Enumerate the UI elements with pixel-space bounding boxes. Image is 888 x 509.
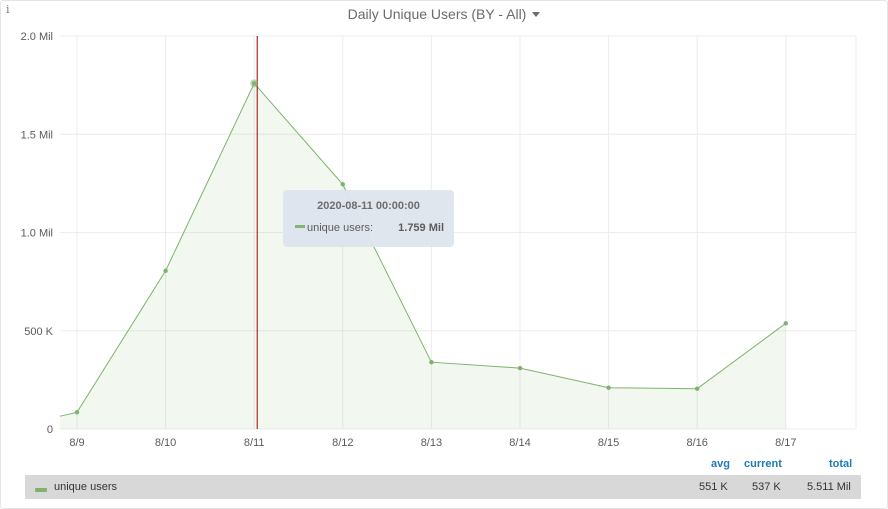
legend-header-total[interactable]: total — [829, 458, 852, 470]
x-tick-label: 8/13 — [421, 437, 442, 449]
x-tick-label: 8/12 — [332, 437, 353, 449]
legend-row-unique-users[interactable]: unique users 551 K 537 K 5.511 Mil — [25, 475, 861, 499]
data-point[interactable] — [695, 386, 700, 391]
data-point[interactable] — [517, 365, 523, 371]
x-tick-label: 8/16 — [686, 437, 707, 449]
data-point[interactable] — [429, 359, 434, 365]
tooltip-value: 1.759 Mil — [398, 222, 444, 234]
legend-value-total: 5.511 Mil — [807, 481, 851, 493]
y-tick-label: 1.0 Mil — [21, 228, 53, 240]
tooltip-series-label: unique users: — [307, 222, 374, 234]
y-axis: 0 500 K 1.0 Mil 1.5 Mil 2.0 Mil — [21, 31, 54, 436]
tooltip: 2020-08-11 00:00:00 unique users: 1.759 … — [283, 190, 454, 247]
legend-value-avg: 551 K — [699, 481, 728, 493]
legend-series-swatch[interactable] — [35, 488, 47, 492]
x-tick-label: 8/11 — [244, 437, 265, 449]
series-unique-users — [59, 81, 788, 430]
hover-point-marker — [250, 79, 259, 88]
x-tick-label: 8/14 — [509, 437, 530, 449]
chart-area[interactable]: 0500 K1.0 Mil1.5 Mil2.0 Mil 8/9 8/10 8/11 8… — [0, 0, 888, 509]
legend-header-avg[interactable]: avg — [711, 458, 730, 470]
x-tick-label: 8/17 — [775, 437, 796, 449]
data-point[interactable] — [163, 268, 168, 274]
tooltip-series-swatch — [295, 225, 305, 228]
data-point[interactable] — [606, 385, 611, 390]
y-tick-label: 500 K — [24, 326, 53, 338]
data-point[interactable] — [340, 182, 345, 187]
tooltip-row: unique users: 1.759 Mil — [295, 222, 444, 234]
y-tick-label: 2.0 Mil — [21, 31, 53, 43]
x-axis: 8/9 8/10 8/11 8/12 8/13 8/14 8/15 8/16 8/17 — [69, 437, 796, 449]
data-point[interactable] — [74, 410, 80, 415]
y-tick-label: 1.5 Mil — [21, 129, 53, 141]
x-tick-label: 8/15 — [598, 437, 619, 449]
series-area-fill — [60, 83, 786, 430]
tooltip-time: 2020-08-11 00:00:00 — [317, 200, 420, 212]
y-tick-label: 0 — [47, 424, 53, 436]
legend-value-current: 537 K — [752, 481, 781, 493]
data-point[interactable] — [783, 321, 788, 326]
legend-series-name[interactable]: unique users — [54, 481, 117, 493]
legend-header-current[interactable]: current — [744, 458, 782, 470]
x-tick-label: 8/9 — [69, 437, 84, 449]
x-tick-label: 8/10 — [155, 437, 176, 449]
